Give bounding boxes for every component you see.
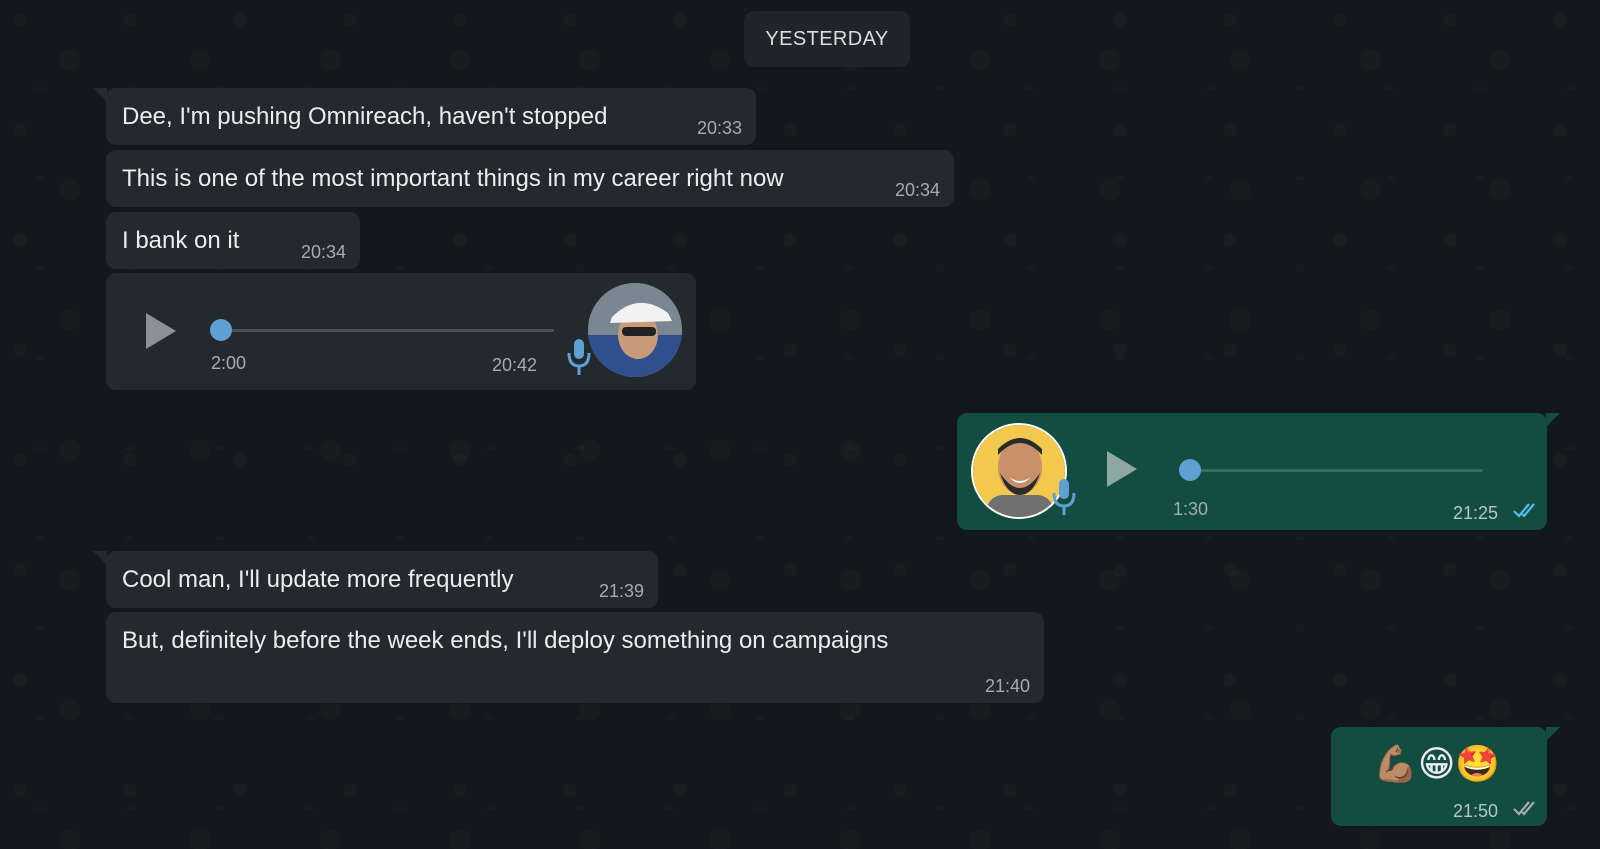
message-time: 21:25: [1453, 503, 1499, 523]
sender-avatar: [588, 283, 682, 377]
message-time: 20:34: [300, 242, 346, 262]
outgoing-voice-message[interactable]: 1:30 21:25: [957, 413, 1560, 530]
message-text: Dee, I'm pushing Omnireach, haven't stop…: [122, 103, 608, 130]
incoming-message[interactable]: Dee, I'm pushing Omnireach, haven't stop…: [93, 88, 756, 145]
mic-icon: [1052, 479, 1076, 515]
mic-icon: [567, 339, 591, 375]
message-text: Cool man, I'll update more frequently: [122, 566, 514, 593]
audio-progress-track[interactable]: [212, 329, 554, 332]
date-divider: YESTERDAY: [744, 11, 910, 67]
incoming-message[interactable]: I bank on it 20:34: [106, 212, 360, 269]
emoji-text: 💪🏽😁🤩: [1373, 744, 1501, 785]
incoming-message[interactable]: But, definitely before the week ends, I'…: [106, 612, 1044, 703]
audio-progress-track[interactable]: [1181, 469, 1483, 472]
incoming-message[interactable]: This is one of the most important things…: [106, 150, 954, 207]
play-icon[interactable]: [146, 313, 176, 349]
message-text: But, definitely before the week ends, I'…: [122, 627, 889, 654]
message-time: 21:40: [984, 676, 1030, 696]
audio-progress-knob[interactable]: [210, 319, 232, 341]
chat-panel: YESTERDAY Dee, I'm pushing Omnireach, ha…: [0, 0, 1600, 849]
message-text: I bank on it: [122, 227, 240, 254]
incoming-message[interactable]: Cool man, I'll update more frequently 21…: [93, 551, 658, 608]
bubble-tail: [1546, 727, 1560, 741]
message-text: This is one of the most important things…: [122, 165, 784, 192]
voice-duration: 1:30: [1173, 499, 1209, 519]
incoming-voice-message[interactable]: 2:00 20:42: [106, 273, 696, 390]
bubble-tail: [93, 88, 107, 102]
play-icon[interactable]: [1107, 451, 1137, 487]
bubble-tail: [93, 551, 107, 565]
message-time: 21:50: [1453, 801, 1499, 821]
message-time: 20:33: [696, 118, 742, 138]
double-check-icon: [1513, 801, 1535, 816]
message-time: 20:42: [492, 355, 538, 375]
double-check-icon: [1513, 503, 1535, 518]
bubble-tail: [1546, 413, 1560, 427]
audio-progress-knob[interactable]: [1179, 459, 1201, 481]
voice-duration: 2:00: [211, 353, 247, 373]
message-time: 21:39: [598, 581, 644, 601]
message-time: 20:34: [894, 180, 940, 200]
outgoing-emoji-message[interactable]: 💪🏽😁🤩 21:50: [1331, 727, 1560, 826]
